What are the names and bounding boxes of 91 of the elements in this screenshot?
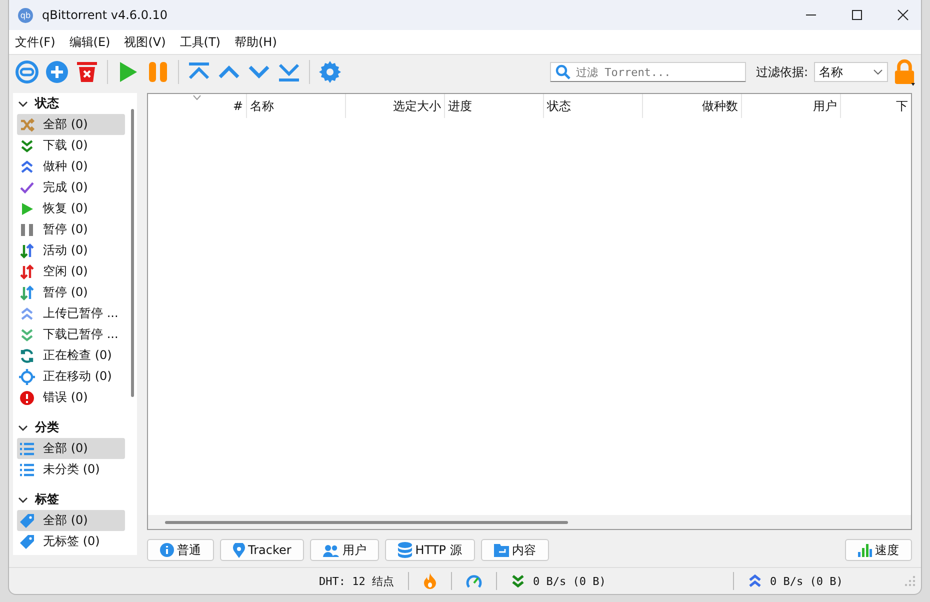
maximize-icon[interactable] xyxy=(851,9,863,21)
collapse-caret-icon[interactable] xyxy=(18,424,28,432)
filter-item[interactable]: 未分类 (0) xyxy=(17,459,125,480)
menu-item[interactable]: 工具(T) xyxy=(180,34,220,50)
list-icon xyxy=(19,462,35,478)
column-header[interactable]: # xyxy=(148,94,247,118)
double-chevron-down-icon xyxy=(19,326,35,342)
double-chevron-up-icon xyxy=(19,158,35,174)
filter-item[interactable]: 恢复 (0) xyxy=(17,198,125,219)
column-header[interactable]: 下 xyxy=(841,94,911,118)
flame-icon xyxy=(422,573,437,589)
filter-item[interactable]: 全部 (0) xyxy=(17,438,125,459)
filter-item[interactable]: 全部 (0) xyxy=(17,114,125,135)
panel-tab[interactable]: 内容 xyxy=(480,539,549,561)
list-icon xyxy=(19,440,35,456)
filter-item[interactable]: 正在移动 (0) xyxy=(17,366,125,387)
upload-icon xyxy=(748,574,762,588)
download-icon xyxy=(510,574,525,588)
filter-item[interactable]: 完成 (0) xyxy=(17,177,125,198)
play-icon xyxy=(19,200,35,216)
menu-item[interactable]: 帮助(H) xyxy=(234,34,277,50)
panel-tab[interactable]: 用户 xyxy=(310,539,380,561)
people-icon xyxy=(323,544,340,556)
checkmark-icon xyxy=(19,180,35,196)
filter-item[interactable]: 全部 (0) xyxy=(17,510,125,531)
collapse-caret-icon[interactable] xyxy=(18,100,28,108)
filter-item[interactable]: 错误 (0) xyxy=(17,387,125,408)
column-header[interactable]: 进度 xyxy=(445,94,544,118)
pause-icon xyxy=(19,222,35,238)
column-header[interactable]: 名称 xyxy=(247,94,346,118)
filter-item[interactable]: 活动 (0) xyxy=(17,240,125,261)
scrollbar-thumb[interactable] xyxy=(130,109,134,397)
filter-item[interactable]: 暂停 (0) xyxy=(17,282,125,303)
double-chevron-up-icon xyxy=(19,306,35,322)
panel-tab[interactable]: 普通 xyxy=(147,539,214,561)
menu-item[interactable]: 编辑(E) xyxy=(69,34,110,50)
shuffle-icon xyxy=(19,116,35,132)
collapse-caret-icon[interactable] xyxy=(18,496,28,504)
section-title: 标签 xyxy=(35,491,59,508)
column-header[interactable]: 用户 xyxy=(742,94,841,118)
resize-grip-icon[interactable] xyxy=(905,576,915,586)
double-chevron-down-icon xyxy=(19,138,35,154)
filter-item[interactable]: 下载已暂停 ... xyxy=(17,324,125,345)
upload-speed: 0 B/s (0 B) xyxy=(770,574,843,588)
menu-item[interactable]: 文件(F) xyxy=(15,34,56,50)
tag-icon xyxy=(19,534,35,550)
filter-item[interactable]: 下载 (0) xyxy=(17,135,125,156)
close-icon[interactable] xyxy=(897,9,909,21)
error-icon xyxy=(19,390,35,406)
lock-icon[interactable] xyxy=(894,58,915,86)
info-icon xyxy=(160,543,174,557)
filter-item[interactable]: 无标签 (0) xyxy=(17,531,125,552)
filter-item[interactable]: 做种 (0) xyxy=(17,156,125,177)
section-title: 分类 xyxy=(35,419,59,436)
gauge-icon xyxy=(466,574,482,588)
refresh-icon xyxy=(19,348,35,364)
link-icon[interactable] xyxy=(15,60,39,84)
filter-item[interactable]: 正在检查 (0) xyxy=(17,345,125,366)
up-down-arrows-icon xyxy=(19,284,35,300)
dht-status: DHT: 12 结点 xyxy=(319,574,394,588)
pause-icon[interactable] xyxy=(146,60,170,84)
add-icon[interactable] xyxy=(45,60,69,84)
filter-by-label: 过滤依据: xyxy=(756,64,808,80)
filter-by-dropdown[interactable]: 名称 xyxy=(814,62,888,82)
crosshair-icon xyxy=(19,368,35,384)
location-pin-icon xyxy=(233,542,245,558)
folder-icon xyxy=(494,543,509,557)
panel-tab[interactable]: HTTP 源 xyxy=(385,539,475,561)
section-title: 状态 xyxy=(35,95,59,112)
bar-chart-icon xyxy=(858,543,872,557)
menu-item[interactable]: 视图(V) xyxy=(124,34,166,50)
caret-icon xyxy=(873,69,883,75)
filter-field[interactable]: 过滤 Torrent... xyxy=(550,62,746,82)
settings-icon[interactable] xyxy=(318,60,342,84)
window-title: qBittorrent v4.6.0.10 xyxy=(42,8,168,22)
panel-tab[interactable]: Tracker xyxy=(220,539,304,561)
column-header[interactable]: 做种数 xyxy=(643,94,742,118)
tag-icon xyxy=(19,512,35,528)
up-down-arrows-icon xyxy=(19,242,35,258)
filter-item[interactable]: 暂停 (0) xyxy=(17,219,125,240)
filter-item[interactable]: 空闲 (0) xyxy=(17,261,125,282)
download-speed: 0 B/s (0 B) xyxy=(532,574,607,588)
filter-item[interactable]: 上传已暂停 ... xyxy=(17,303,125,324)
app-icon: qb xyxy=(18,8,33,22)
column-header[interactable]: 状态 xyxy=(544,94,643,118)
speed-tab[interactable]: 速度 xyxy=(845,539,912,561)
column-header[interactable]: 选定大小 xyxy=(346,94,445,118)
delete-icon[interactable] xyxy=(75,60,99,84)
up-down-arrows-icon xyxy=(19,264,35,280)
database-icon xyxy=(398,542,412,558)
scrollbar-thumb[interactable] xyxy=(165,520,568,524)
